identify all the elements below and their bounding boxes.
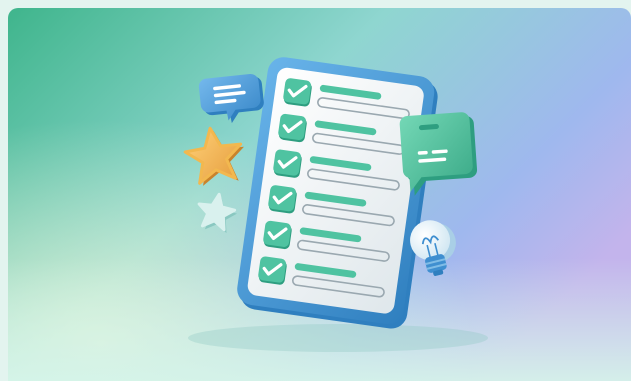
illustration-frame (8, 8, 631, 381)
floor-shadow (188, 324, 488, 352)
clipboard-icon (237, 57, 438, 329)
checklist-illustration (8, 8, 631, 381)
